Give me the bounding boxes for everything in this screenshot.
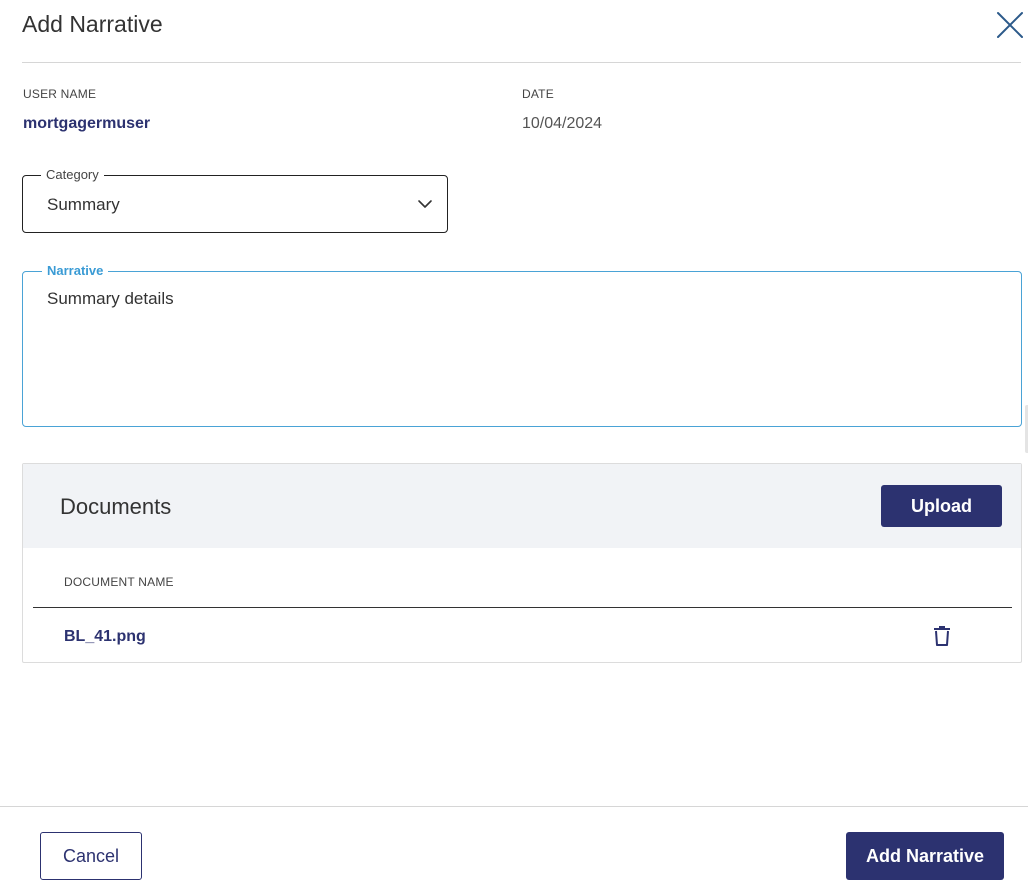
documents-header: Documents Upload <box>23 464 1021 548</box>
footer-divider <box>0 806 1028 807</box>
category-select[interactable]: Category Summary <box>22 167 448 233</box>
narrative-text: Summary details <box>47 289 174 308</box>
category-label: Category <box>41 167 104 183</box>
category-value: Summary <box>47 195 120 214</box>
documents-panel: Documents Upload DOCUMENT NAME BL_41.png <box>22 463 1022 663</box>
document-link[interactable]: BL_41.png <box>64 628 146 646</box>
document-name-column-header: DOCUMENT NAME <box>64 575 174 589</box>
add-narrative-button[interactable]: Add Narrative <box>846 832 1004 880</box>
user-name-label: USER NAME <box>23 87 97 101</box>
date-value: 10/04/2024 <box>522 115 603 132</box>
trash-icon <box>934 626 950 646</box>
header-divider <box>22 62 1021 63</box>
documents-title: Documents <box>60 494 172 519</box>
chevron-down-icon <box>418 200 432 208</box>
narrative-label: Narrative <box>42 263 109 279</box>
upload-button[interactable]: Upload <box>881 485 1002 527</box>
cancel-button[interactable]: Cancel <box>40 832 142 880</box>
date-label: DATE <box>522 87 554 101</box>
close-button[interactable] <box>994 9 1026 41</box>
narrative-textarea[interactable]: Narrative Summary details <box>22 263 1022 427</box>
close-icon <box>997 12 1023 38</box>
dialog-title: Add Narrative <box>22 11 163 37</box>
delete-document-button[interactable] <box>932 625 952 647</box>
user-name-value: mortgagermuser <box>23 115 151 132</box>
table-header-divider <box>33 607 1012 608</box>
